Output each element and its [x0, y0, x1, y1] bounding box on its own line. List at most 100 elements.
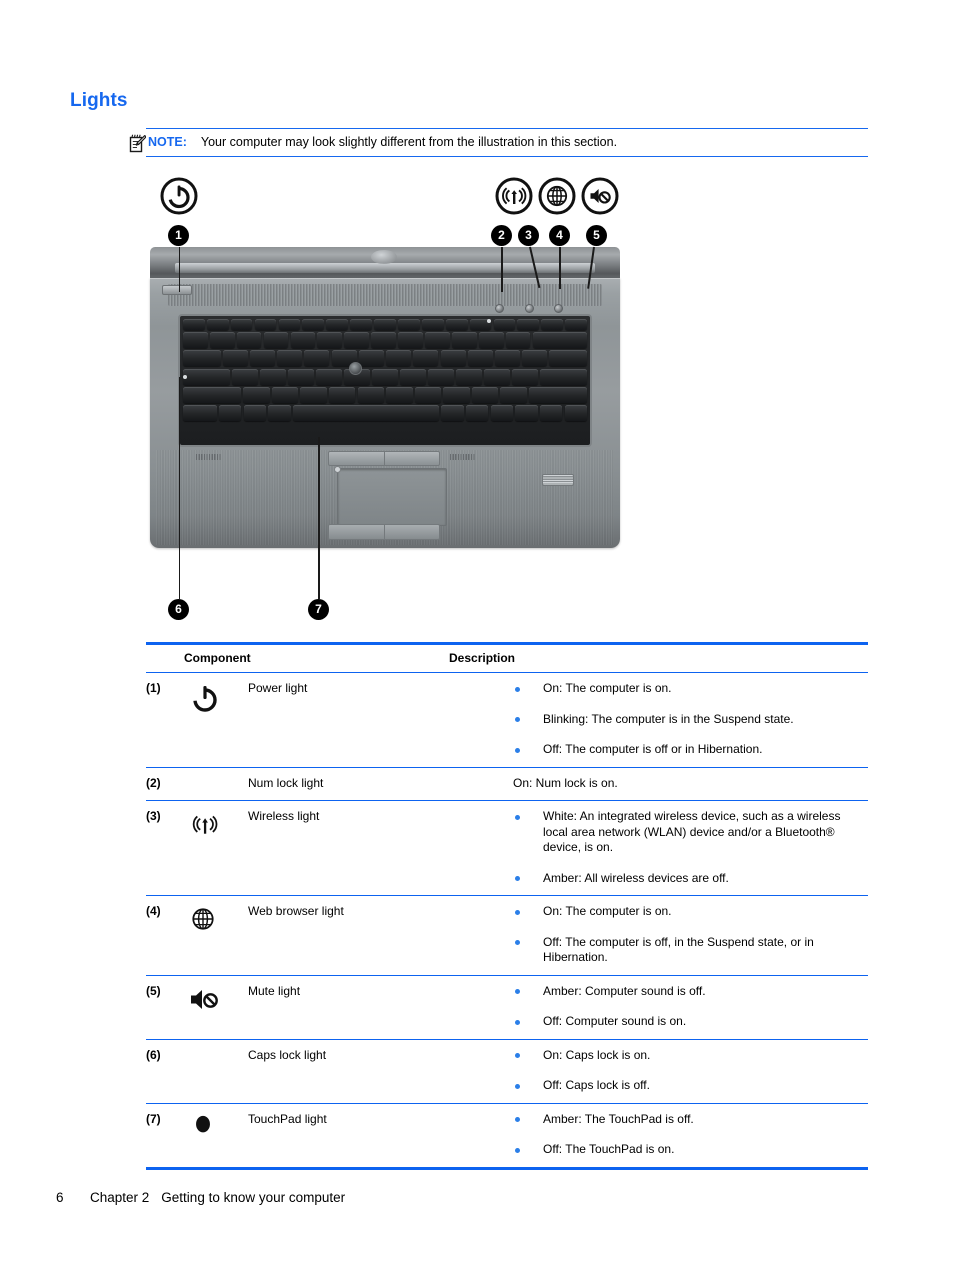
touchpad-button-right-bottom[interactable] — [385, 525, 440, 539]
key-backspace[interactable] — [532, 332, 587, 349]
key-h[interactable] — [372, 368, 398, 385]
key-home[interactable] — [565, 319, 587, 330]
bullet-item: White: An integrated wireless device, su… — [513, 809, 868, 856]
pointing-stick[interactable] — [349, 362, 362, 375]
key-windows[interactable] — [243, 404, 267, 421]
key-f9[interactable] — [398, 319, 420, 330]
keyboard[interactable] — [178, 314, 592, 447]
bullet-item: Off: The computer is off or in Hibernati… — [513, 742, 868, 758]
key-o[interactable] — [440, 350, 466, 367]
key-8[interactable] — [398, 332, 423, 349]
key-grave[interactable] — [183, 332, 208, 349]
key-n[interactable] — [386, 386, 413, 403]
speaker-grill-left — [196, 454, 222, 460]
fingerprint-reader[interactable] — [542, 474, 574, 486]
key-9[interactable] — [425, 332, 450, 349]
key-delete[interactable] — [541, 319, 564, 330]
key-numlock[interactable] — [493, 319, 516, 330]
key-f2[interactable] — [230, 319, 253, 330]
key-arrow-left[interactable] — [515, 404, 538, 421]
key-arrow-updown[interactable] — [539, 404, 563, 421]
key-q[interactable] — [222, 350, 248, 367]
key-y[interactable] — [358, 350, 384, 367]
key-f11[interactable] — [445, 319, 468, 330]
key-enter[interactable] — [540, 368, 588, 385]
key-i[interactable] — [413, 350, 439, 367]
key-s[interactable] — [259, 368, 286, 385]
key-3[interactable] — [263, 332, 289, 349]
key-bracket-left[interactable] — [494, 350, 520, 367]
row-component-name: Wireless light — [248, 809, 320, 823]
key-f5[interactable] — [302, 319, 325, 330]
key-r[interactable] — [304, 350, 330, 367]
key-arrow-right[interactable] — [564, 404, 588, 421]
key-f4[interactable] — [278, 319, 301, 330]
description-bullets: On: Caps lock is on. Off: Caps lock is o… — [513, 1048, 868, 1094]
key-l[interactable] — [456, 368, 483, 385]
row-icon-cell — [184, 776, 248, 792]
key-b[interactable] — [357, 386, 384, 403]
touchpad[interactable] — [337, 468, 447, 526]
key-f3[interactable] — [254, 319, 277, 330]
key-7[interactable] — [371, 332, 396, 349]
document-page: Lights NOTE: Your computer may look slig… — [0, 0, 954, 1270]
key-period[interactable] — [471, 386, 499, 403]
key-a[interactable] — [231, 368, 258, 385]
key-5[interactable] — [317, 332, 343, 349]
key-tab[interactable] — [183, 350, 221, 367]
key-d[interactable] — [287, 368, 314, 385]
touchpad-light[interactable] — [334, 466, 341, 473]
key-j[interactable] — [400, 368, 427, 385]
key-capslock[interactable] — [183, 368, 230, 385]
key-u[interactable] — [386, 350, 412, 367]
key-menu[interactable] — [465, 404, 489, 421]
key-quote[interactable] — [512, 368, 539, 385]
key-alt-left[interactable] — [268, 404, 291, 421]
key-ctrl-right[interactable] — [490, 404, 514, 421]
key-ctrl-left[interactable] — [183, 404, 217, 421]
touchpad-button-left-top[interactable] — [329, 452, 385, 465]
key-f1[interactable] — [206, 319, 229, 330]
touchpad-buttons-bottom[interactable] — [328, 524, 440, 540]
key-comma[interactable] — [443, 386, 470, 403]
key-m[interactable] — [414, 386, 442, 403]
key-w[interactable] — [249, 350, 275, 367]
key-esc[interactable] — [183, 319, 205, 330]
key-alt-right[interactable] — [441, 404, 464, 421]
key-semicolon[interactable] — [484, 368, 511, 385]
key-2[interactable] — [236, 332, 262, 349]
key-shift-right[interactable] — [529, 386, 588, 403]
key-v[interactable] — [328, 386, 356, 403]
key-k[interactable] — [428, 368, 455, 385]
key-e[interactable] — [277, 350, 303, 367]
touchpad-buttons-top[interactable] — [328, 451, 440, 466]
key-6[interactable] — [344, 332, 370, 349]
key-backslash[interactable] — [549, 350, 587, 367]
key-insert[interactable] — [517, 319, 540, 330]
power-button[interactable] — [162, 285, 192, 295]
key-c[interactable] — [300, 386, 327, 403]
touchpad-button-right-top[interactable] — [385, 452, 440, 465]
web-browser-globe-icon — [188, 904, 218, 938]
key-0[interactable] — [451, 332, 477, 349]
key-f7[interactable] — [350, 319, 372, 330]
key-1[interactable] — [209, 332, 235, 349]
key-equals[interactable] — [505, 332, 531, 349]
key-f10[interactable] — [421, 319, 444, 330]
key-f8[interactable] — [374, 319, 396, 330]
key-slash[interactable] — [500, 386, 527, 403]
web-browser-globe-icon — [538, 177, 576, 215]
key-shift-left[interactable] — [183, 386, 242, 403]
key-f6[interactable] — [326, 319, 349, 330]
key-minus[interactable] — [478, 332, 504, 349]
key-space[interactable] — [292, 404, 440, 421]
key-bracket-right[interactable] — [522, 350, 548, 367]
key-x[interactable] — [271, 386, 299, 403]
key-p[interactable] — [467, 350, 493, 367]
key-4[interactable] — [290, 332, 316, 349]
key-f[interactable] — [315, 368, 342, 385]
key-fn[interactable] — [218, 404, 242, 421]
row-component-name: Caps lock light — [248, 1047, 327, 1062]
touchpad-button-left-bottom[interactable] — [329, 525, 385, 539]
key-z[interactable] — [243, 386, 270, 403]
